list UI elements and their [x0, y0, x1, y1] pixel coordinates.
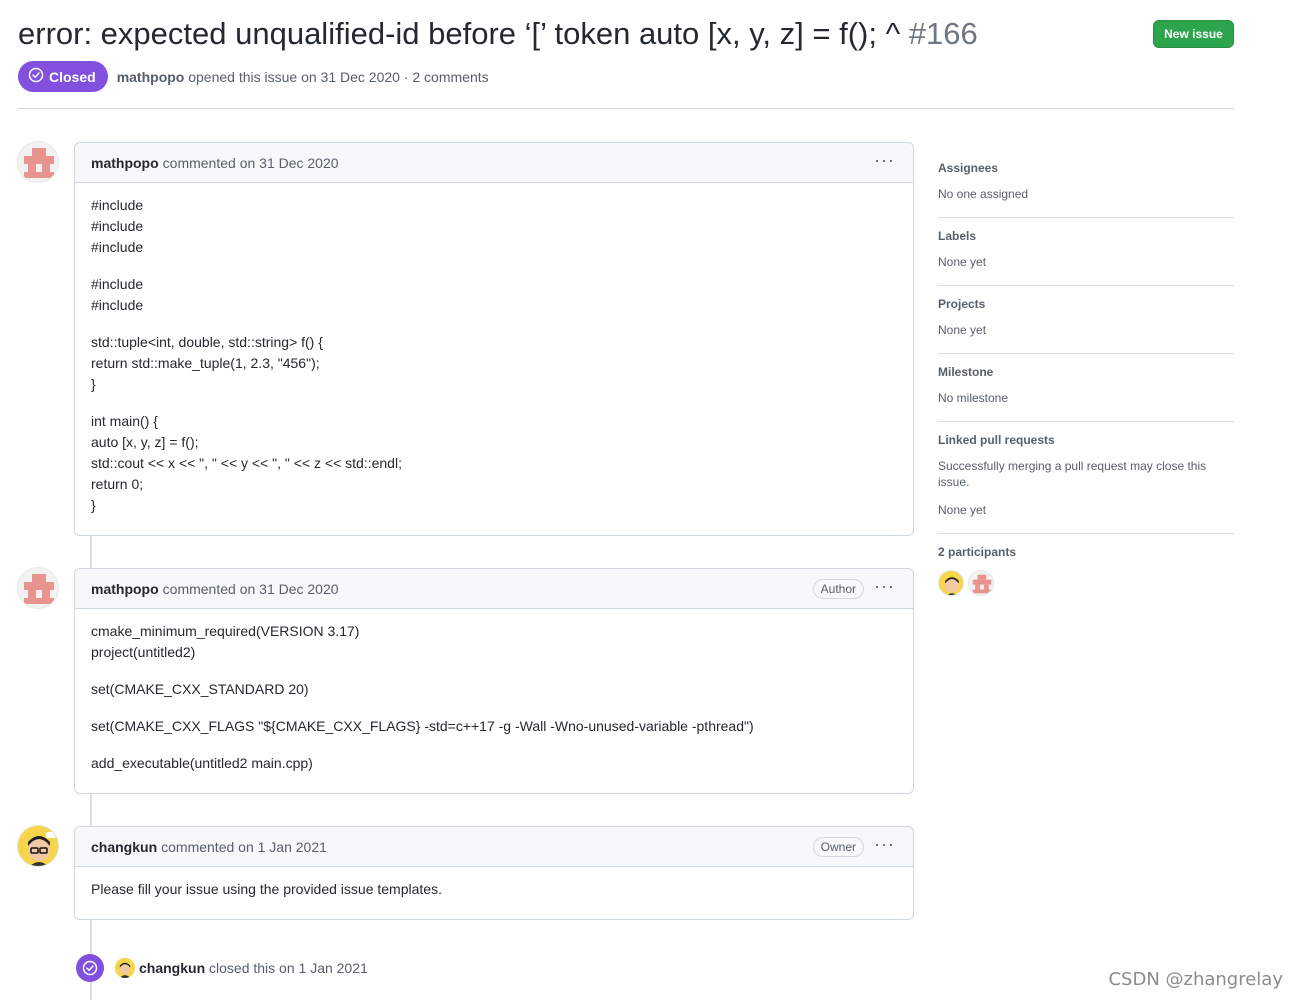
comment-line: set(CMAKE_CXX_FLAGS "${CMAKE_CXX_FLAGS} … — [91, 718, 754, 734]
comment-line: auto [x, y, z] = f(); — [91, 434, 199, 450]
sidebar-assignees: Assignees No one assigned — [938, 150, 1234, 218]
comment-line: #include — [91, 239, 144, 255]
owner-badge: Owner — [812, 837, 865, 857]
comment-header: mathpopo commented on 31 Dec 2020 ··· — [75, 143, 913, 183]
comment-line: return std::make_tuple(1, 2.3, "456"); — [91, 355, 320, 371]
timeline-line — [90, 535, 92, 569]
comment-line: add_executable(untitled2 main.cpp) — [91, 755, 313, 771]
issue-page: error: expected unqualified-id before ‘[… — [0, 0, 1299, 1000]
sidebar-title[interactable]: Milestone — [938, 364, 1234, 380]
sidebar-value: None yet — [938, 255, 987, 269]
comment-line: set(CMAKE_CXX_STANDARD 20) — [91, 681, 309, 697]
avatar[interactable] — [17, 825, 59, 867]
timeline-line — [90, 793, 92, 827]
issue-meta-text: mathpopo opened this issue on 31 Dec 202… — [117, 69, 489, 85]
comment-line: cmake_minimum_required(VERSION 3.17) — [91, 623, 360, 639]
comment-action[interactable]: commented on 1 Jan 2021 — [161, 839, 327, 855]
comment-line: std::cout << x << ", " << y << ", " << z… — [91, 455, 402, 471]
state-badge: Closed — [18, 61, 108, 92]
state-label: Closed — [49, 68, 96, 85]
sidebar-labels: Labels None yet — [938, 218, 1234, 286]
sidebar-linked-prs: Linked pull requests Successfully mergin… — [938, 422, 1234, 534]
issue-opened-text: opened this issue on 31 Dec 2020 · 2 com… — [188, 68, 489, 85]
sidebar-projects: Projects None yet — [938, 286, 1234, 354]
comment-body: #include #include #include #include #include… — [75, 183, 913, 532]
comment-line: #include — [91, 276, 144, 292]
kebab-icon[interactable]: ··· — [874, 577, 895, 597]
issue-number: #166 — [908, 16, 978, 51]
check-circle-icon — [28, 67, 44, 86]
closed-event-icon — [76, 954, 104, 982]
comment-header: changkun commented on 1 Jan 2021 Owner ·… — [75, 827, 913, 867]
comment-line: int main() { — [91, 413, 158, 429]
sidebar-title: 2 participants — [938, 545, 1017, 559]
issue-meta: Closed mathpopo opened this issue on 31 … — [18, 61, 489, 92]
issue-header: error: expected unqualified-id before ‘[… — [18, 14, 1234, 54]
comment-line: return 0; — [91, 476, 144, 492]
comment-header: mathpopo commented on 31 Dec 2020 Author… — [75, 569, 913, 609]
sidebar-value: No one assigned — [938, 187, 1029, 201]
event-description[interactable]: closed this on 1 Jan 2021 — [209, 960, 368, 976]
comment-line: } — [91, 376, 96, 392]
issue-title: error: expected unqualified-id before ‘[… — [18, 14, 1234, 54]
sidebar-milestone: Milestone No milestone — [938, 354, 1234, 422]
comment: changkun commented on 1 Jan 2021 Owner ·… — [74, 826, 914, 920]
comment-line: std::tuple<int, double, std::string> f()… — [91, 334, 323, 350]
new-issue-button[interactable]: New issue — [1153, 20, 1234, 48]
avatar[interactable] — [968, 570, 994, 596]
kebab-icon[interactable]: ··· — [874, 835, 895, 855]
comment-line: #include — [91, 218, 144, 234]
sidebar-title[interactable]: Labels — [938, 228, 1234, 244]
sidebar-value: None yet — [938, 323, 987, 337]
header-divider — [18, 108, 1234, 109]
issue-author-link[interactable]: mathpopo — [117, 69, 185, 85]
sidebar-value: No milestone — [938, 391, 1009, 405]
issue-title-text: error: expected unqualified-id before ‘[… — [18, 16, 901, 51]
sidebar-value: None yet — [938, 503, 987, 517]
comment-body: cmake_minimum_required(VERSION 3.17) proj… — [75, 609, 913, 790]
sidebar-note: Successfully merging a pull request may … — [938, 459, 1207, 489]
comment-author[interactable]: changkun — [91, 839, 157, 855]
author-badge: Author — [812, 579, 865, 599]
avatar[interactable] — [938, 570, 964, 596]
event-actor[interactable]: changkun — [139, 960, 205, 976]
comment-action[interactable]: commented on 31 Dec 2020 — [163, 581, 339, 597]
closed-event: changkun closed this on 1 Jan 2021 — [76, 954, 368, 982]
sidebar-title[interactable]: Projects — [938, 296, 1234, 312]
participants-list — [938, 570, 1234, 596]
comment-line: Please fill your issue using the provide… — [91, 881, 442, 897]
comment-line: #include — [91, 297, 144, 313]
sidebar-title[interactable]: Assignees — [938, 160, 1234, 176]
sidebar-participants: 2 participants — [938, 534, 1234, 611]
comment-action[interactable]: commented on 31 Dec 2020 — [163, 155, 339, 171]
comment-author[interactable]: mathpopo — [91, 581, 159, 597]
event-text: changkun closed this on 1 Jan 2021 — [139, 960, 368, 976]
kebab-icon[interactable]: ··· — [874, 151, 895, 171]
comment-author[interactable]: mathpopo — [91, 155, 159, 171]
comment-body: Please fill your issue using the provide… — [75, 867, 913, 916]
avatar[interactable] — [115, 958, 135, 978]
comment-line: } — [91, 497, 96, 513]
comment-line: project(untitled2) — [91, 644, 196, 660]
comment-line: #include — [91, 197, 144, 213]
watermark: CSDN @zhangrelay — [1108, 969, 1283, 990]
comment: mathpopo commented on 31 Dec 2020 Author… — [74, 568, 914, 794]
comment: mathpopo commented on 31 Dec 2020 ··· #i… — [74, 142, 914, 536]
avatar[interactable] — [17, 141, 59, 183]
avatar[interactable] — [17, 567, 59, 609]
sidebar-title[interactable]: Linked pull requests — [938, 432, 1234, 448]
sidebar: Assignees No one assigned Labels None ye… — [938, 150, 1234, 611]
